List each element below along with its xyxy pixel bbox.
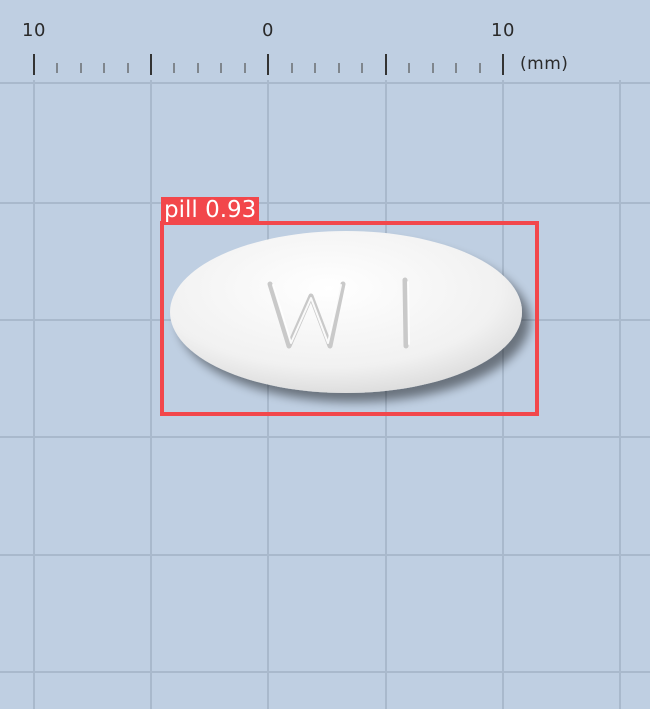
- detection-label: pill 0.93: [161, 197, 260, 223]
- pill-photo-canvas: 10 0 10 (mm) pill 0.93: [0, 0, 650, 709]
- detection-bounding-box: [160, 221, 539, 416]
